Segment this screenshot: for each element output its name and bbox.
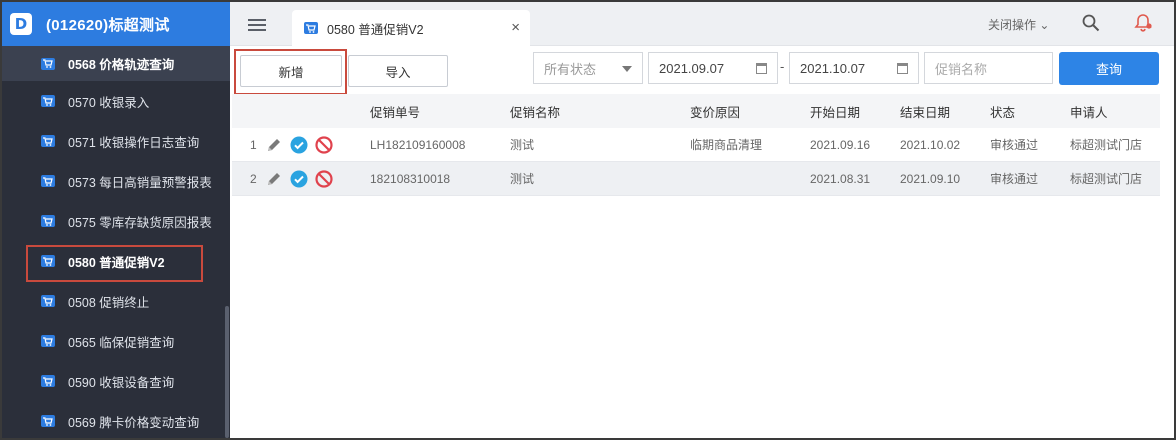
status: 审核通过 — [990, 172, 1039, 186]
start-date-value: 2021.09.07 — [659, 60, 725, 76]
sidebar-header: D (012620)标超测试 — [2, 2, 230, 46]
sidebar-item-0568[interactable]: 0568 价格轨迹查询 — [2, 46, 230, 81]
sidebar-item-label: 0571 收银操作日志查询 — [68, 135, 200, 150]
column-header[interactable]: 促销名称 — [510, 102, 560, 121]
date-range-separator: - — [780, 59, 785, 74]
sidebar-item-label: 0575 零库存缺货原因报表 — [68, 215, 212, 230]
add-button[interactable]: 新增 — [240, 55, 342, 87]
store-title: (012620)标超测试 — [46, 16, 170, 34]
start-date: 2021.09.16 — [810, 137, 871, 152]
column-header[interactable]: 促销单号 — [370, 102, 420, 121]
calendar-icon — [897, 63, 908, 74]
sidebar-item-0590[interactable]: 0590 收银设备查询 — [2, 361, 230, 401]
cart-icon — [41, 335, 55, 347]
promo-name-input[interactable]: 促销名称 — [924, 52, 1053, 84]
ban-icon[interactable] — [315, 169, 333, 188]
status-select[interactable]: 所有状态 — [533, 52, 643, 84]
table-row[interactable]: 1 LH182109160008 测试 临期商品清理 2021.09.16 20… — [232, 128, 1160, 162]
cart-icon — [41, 375, 55, 387]
promo-name: 测试 — [510, 138, 535, 152]
close-operations-dropdown[interactable]: 关闭操作 ⌄ — [988, 16, 1049, 33]
column-header[interactable]: 开始日期 — [810, 102, 860, 121]
close-icon[interactable]: × — [511, 19, 520, 36]
app-logo: D — [10, 13, 32, 35]
row-actions — [265, 135, 340, 154]
tab-0580[interactable]: 0580 普通促销V2 × — [292, 10, 530, 46]
column-header[interactable]: 申请人 — [1070, 102, 1108, 121]
sidebar-item-label: 0508 促销终止 — [68, 295, 150, 310]
logo-letter: D — [14, 15, 28, 33]
calendar-icon — [756, 63, 767, 74]
sidebar-menu: 0568 价格轨迹查询 0570 收银录入 0571 收银操作日志查询 0573… — [2, 46, 230, 438]
end-date: 2021.10.02 — [900, 137, 961, 152]
applicant: 标超测试门店 — [1070, 172, 1143, 186]
table-row[interactable]: 2 182108310018 测试 2021.08.31 2021.09.10 … — [232, 162, 1160, 196]
cart-icon — [41, 295, 55, 307]
sidebar-scrollbar[interactable] — [225, 306, 229, 438]
sidebar-item-label: 0565 临保促销查询 — [68, 335, 175, 350]
applicant: 标超测试门店 — [1070, 138, 1143, 152]
table-header-row: 促销单号 促销名称 变价原因 开始日期 结束日期 状态 申请人 — [232, 94, 1160, 128]
end-date-value: 2021.10.07 — [800, 60, 866, 76]
column-header[interactable]: 变价原因 — [690, 102, 740, 121]
bell-icon[interactable] — [1133, 13, 1153, 33]
pencil-icon[interactable] — [265, 170, 283, 188]
row-number: 1 — [250, 137, 257, 152]
status: 审核通过 — [990, 138, 1039, 152]
row-number: 2 — [250, 171, 257, 186]
row-actions — [265, 169, 340, 188]
tab-label: 0580 普通促销V2 — [327, 22, 424, 37]
cart-icon — [41, 135, 55, 147]
price-change-reason: 临期商品清理 — [690, 138, 763, 152]
menu-toggle-icon[interactable] — [248, 19, 266, 31]
sidebar-item-0571[interactable]: 0571 收银操作日志查询 — [2, 121, 230, 161]
sidebar-item-0573[interactable]: 0573 每日高销量预警报表 — [2, 161, 230, 201]
top-bar: 0580 普通促销V2 × 关闭操作 ⌄ — [230, 2, 1174, 46]
sidebar-item-label: 0590 收银设备查询 — [68, 375, 175, 390]
check-circle-icon[interactable] — [290, 170, 308, 188]
promo-name: 测试 — [510, 172, 535, 186]
cart-icon — [41, 57, 55, 70]
promo-name-placeholder: 促销名称 — [935, 61, 988, 77]
column-header[interactable]: 状态 — [990, 102, 1015, 121]
pencil-icon[interactable] — [265, 136, 283, 154]
end-date-field[interactable]: 2021.10.07 — [789, 52, 919, 84]
query-button[interactable]: 查询 — [1059, 52, 1159, 85]
promo-id: 182108310018 — [370, 171, 451, 186]
promo-id: LH182109160008 — [370, 137, 466, 152]
sidebar-item-0565[interactable]: 0565 临保促销查询 — [2, 321, 230, 361]
status-select-value: 所有状态 — [544, 61, 597, 77]
end-date: 2021.09.10 — [900, 171, 961, 186]
ban-icon[interactable] — [315, 135, 333, 154]
start-date: 2021.08.31 — [810, 171, 871, 186]
sidebar-item-0508[interactable]: 0508 促销终止 — [2, 281, 230, 321]
sidebar-item-label: 0580 普通促销V2 — [68, 255, 165, 270]
sidebar-item-label: 0568 价格轨迹查询 — [68, 58, 175, 72]
start-date-field[interactable]: 2021.09.07 — [648, 52, 778, 84]
sidebar-item-0580[interactable]: 0580 普通促销V2 — [2, 241, 230, 281]
sidebar-item-0569[interactable]: 0569 脾卡价格变动查询 — [2, 401, 230, 438]
check-circle-icon[interactable] — [290, 136, 308, 154]
sidebar-item-label: 0573 每日高销量预警报表 — [68, 175, 212, 190]
cart-icon — [304, 22, 318, 34]
search-icon[interactable] — [1082, 14, 1100, 32]
promotion-table: 促销单号 促销名称 变价原因 开始日期 结束日期 状态 申请人 1 LH1821… — [232, 94, 1160, 196]
cart-icon — [41, 175, 55, 187]
import-button[interactable]: 导入 — [348, 55, 448, 87]
column-header[interactable]: 结束日期 — [900, 102, 950, 121]
caret-down-icon — [622, 66, 632, 72]
sidebar-item-0570[interactable]: 0570 收银录入 — [2, 81, 230, 121]
cart-icon — [41, 415, 55, 427]
sidebar-item-0575[interactable]: 0575 零库存缺货原因报表 — [2, 201, 230, 241]
app-window: D (012620)标超测试 0568 价格轨迹查询 0570 收银录入 057… — [0, 0, 1176, 440]
cart-icon — [41, 95, 55, 107]
sidebar: D (012620)标超测试 0568 价格轨迹查询 0570 收银录入 057… — [2, 2, 230, 438]
sidebar-item-label: 0569 脾卡价格变动查询 — [68, 415, 200, 430]
cart-icon — [41, 215, 55, 227]
sidebar-item-label: 0570 收银录入 — [68, 95, 150, 110]
cart-icon — [41, 255, 55, 267]
